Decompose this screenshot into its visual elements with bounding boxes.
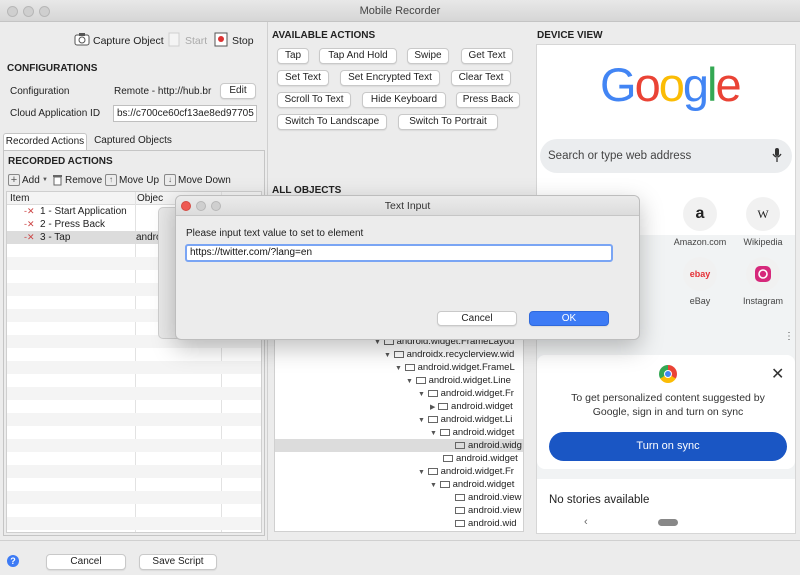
start-button[interactable]: Start (185, 35, 207, 47)
dialog-title: Text Input (384, 200, 431, 212)
sync-message: To get personalized content suggested by… (571, 392, 765, 418)
table-row[interactable]: 1 - Start Application (40, 206, 127, 217)
action-switch-to-landscape-button[interactable]: Switch To Landscape (277, 114, 387, 130)
stop-button[interactable]: Stop (232, 35, 254, 47)
microphone-icon[interactable] (772, 147, 782, 163)
column-header-item[interactable]: Item (10, 193, 29, 204)
device-view-heading: DEVICE VIEW (537, 30, 603, 41)
action-clear-text-button[interactable]: Clear Text (451, 70, 511, 86)
move-up-button[interactable]: Move Up (119, 175, 159, 186)
search-input[interactable]: Search or type web address (548, 150, 691, 162)
edit-configuration-button[interactable]: Edit (220, 83, 256, 99)
tree-node[interactable]: android.view (455, 505, 524, 516)
tree-node[interactable]: android.view (455, 492, 524, 503)
tree-node[interactable]: android.widget (443, 453, 524, 464)
dialog-prompt: Please input text value to set to elemen… (186, 228, 364, 239)
tree-node[interactable]: ▶ android.widget (430, 401, 524, 412)
tree-node[interactable]: ▼ androidx.recyclerview.wid (384, 349, 524, 360)
action-hide-keyboard-button[interactable]: Hide Keyboard (362, 92, 446, 108)
add-icon[interactable]: + (8, 174, 20, 186)
add-button[interactable]: Add (22, 175, 40, 186)
recorded-actions-heading: RECORDED ACTIONS (8, 156, 113, 167)
dialog-cancel-button[interactable]: Cancel (437, 311, 517, 326)
tab-captured-objects[interactable]: Captured Objects (90, 133, 176, 150)
remove-button[interactable]: Remove (65, 175, 102, 186)
cloud-application-id-label: Cloud Application ID (10, 108, 101, 119)
available-actions-heading: AVAILABLE ACTIONS (272, 30, 376, 41)
action-get-text-button[interactable]: Get Text (461, 48, 513, 64)
configuration-value: Remote - http://hub.br (114, 86, 212, 97)
ebay-shortcut-icon[interactable]: ebay (683, 257, 717, 291)
shortcut-label[interactable]: Wikipedia (733, 237, 793, 247)
configurations-heading: CONFIGURATIONS (7, 63, 98, 74)
configuration-label: Configuration (10, 86, 70, 97)
start-icon[interactable] (168, 32, 180, 47)
wikipedia-shortcut-icon[interactable]: W (746, 197, 780, 231)
camera-icon[interactable] (74, 31, 90, 47)
table-row[interactable]: 2 - Press Back (40, 219, 105, 230)
back-nav-icon[interactable]: ‹ (584, 516, 588, 528)
action-set-encrypted-text-button[interactable]: Set Encrypted Text (340, 70, 440, 86)
arrow-up-icon[interactable]: ↑ (105, 174, 117, 186)
action-swipe-button[interactable]: Swipe (407, 48, 449, 64)
instagram-shortcut-icon[interactable] (746, 257, 780, 291)
tree-node[interactable]: ▼ android.widget.Fr (418, 388, 524, 399)
save-script-button[interactable]: Save Script (139, 554, 217, 570)
cancel-button[interactable]: Cancel (46, 554, 126, 570)
chrome-icon (659, 365, 677, 383)
action-tap-button[interactable]: Tap (277, 48, 309, 64)
dialog-ok-button[interactable]: OK (529, 311, 609, 326)
cloud-application-id-field[interactable]: bs://c700ce60cf13ae8ed97705 (113, 105, 257, 122)
shortcut-label[interactable]: Instagram (733, 296, 793, 306)
action-status-icon: -✕ (24, 232, 35, 242)
tree-node[interactable]: android.widg (455, 440, 524, 451)
add-dropdown-chevron-icon[interactable]: ▼ (42, 177, 48, 183)
home-nav-handle[interactable] (658, 519, 678, 526)
action-switch-to-portrait-button[interactable]: Switch To Portrait (398, 114, 498, 130)
trash-icon[interactable] (52, 174, 63, 186)
tree-node[interactable]: ▼ android.widget.Line (406, 375, 524, 386)
tree-node[interactable]: ▼ android.widget.Li (418, 414, 524, 425)
action-status-icon: -✕ (24, 206, 35, 216)
turn-on-sync-button[interactable]: Turn on sync (549, 432, 787, 461)
tree-node[interactable]: ▼ android.widget (430, 427, 524, 438)
more-options-icon[interactable]: ⋮ (784, 331, 794, 342)
text-value-input[interactable]: https://twitter.com/?lang=en (185, 244, 613, 262)
tree-node[interactable]: ▼ android.widget (430, 479, 524, 490)
action-set-text-button[interactable]: Set Text (277, 70, 329, 86)
action-scroll-to-text-button[interactable]: Scroll To Text (277, 92, 351, 108)
tab-recorded-actions[interactable]: Recorded Actions (3, 133, 87, 150)
table-row[interactable]: 3 - Tap (40, 232, 70, 243)
tree-node[interactable]: ▼ android.widget.Fr (418, 466, 524, 477)
move-down-button[interactable]: Move Down (178, 175, 231, 186)
no-stories-text: No stories available (549, 494, 650, 506)
amazon-shortcut-icon[interactable]: a (683, 197, 717, 231)
window-title: Mobile Recorder (359, 5, 441, 17)
action-press-back-button[interactable]: Press Back (456, 92, 520, 108)
action-tap-and-hold-button[interactable]: Tap And Hold (319, 48, 397, 64)
action-status-icon: -✕ (24, 219, 35, 229)
tree-node[interactable]: ▼ android.widget.FrameL (395, 362, 524, 373)
google-logo: Google (600, 58, 742, 111)
column-header-object[interactable]: Objec (137, 193, 163, 204)
arrow-down-icon[interactable]: ↓ (164, 174, 176, 186)
help-icon[interactable]: ? (7, 555, 19, 567)
shortcut-label[interactable]: eBay (664, 296, 736, 306)
stop-icon[interactable] (214, 31, 228, 47)
shortcut-label[interactable]: Amazon.com (664, 237, 736, 247)
tree-node[interactable]: android.wid (455, 518, 524, 529)
capture-object-button[interactable]: Capture Object (93, 35, 164, 47)
close-icon[interactable]: ✕ (771, 364, 784, 384)
